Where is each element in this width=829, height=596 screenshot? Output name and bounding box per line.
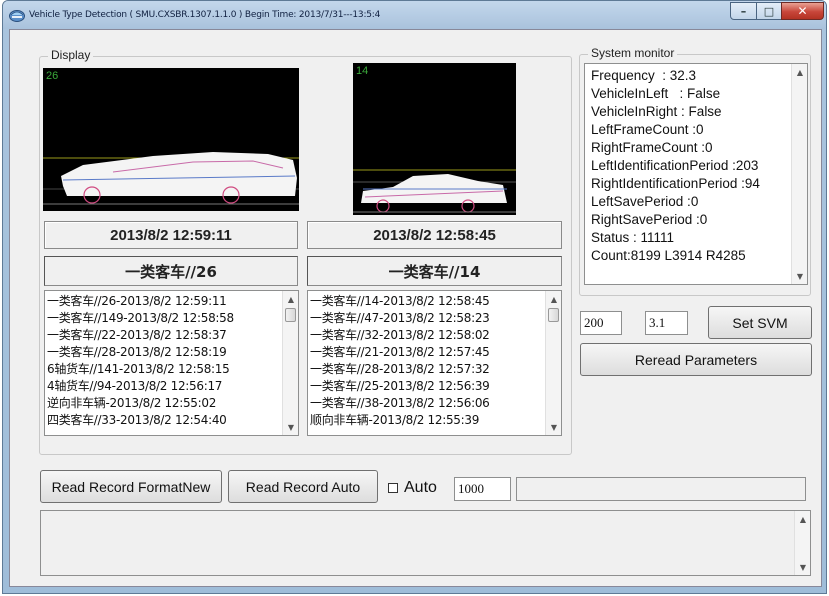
left-vehicle-type: 一类客车//26 xyxy=(44,256,298,286)
scroll-down-arrow-icon[interactable]: ▼ xyxy=(546,419,561,435)
right-record-rows: 一类客车//14-2013/8/2 12:58:45 一类客车//47-2013/… xyxy=(310,293,543,429)
right-video-view: 14 xyxy=(353,63,516,215)
auto-checkbox-box[interactable] xyxy=(388,483,398,493)
scroll-down-arrow-icon[interactable]: ▼ xyxy=(283,419,298,435)
set-svm-button[interactable]: Set SVM xyxy=(708,306,812,339)
auto-checkbox-label: Auto xyxy=(404,479,437,496)
minimize-button[interactable]: – xyxy=(730,2,757,20)
list-item[interactable]: 一类客车//28-2013/8/2 12:57:32 xyxy=(310,361,543,378)
list-item[interactable]: 一类客车//149-2013/8/2 12:58:58 xyxy=(47,310,280,327)
monitor-line: LeftSavePeriod :0 xyxy=(591,194,699,209)
monitor-line: RightSavePeriod :0 xyxy=(591,212,708,227)
display-legend: Display xyxy=(48,48,94,62)
right-record-list[interactable]: 一类客车//14-2013/8/2 12:58:45 一类客车//47-2013/… xyxy=(307,290,562,436)
left-scroll-thumb[interactable] xyxy=(285,308,296,322)
reread-parameters-button[interactable]: Reread Parameters xyxy=(580,343,812,376)
monitor-line: Frequency : 32.3 xyxy=(591,68,697,83)
close-icon: ✕ xyxy=(797,4,808,18)
monitor-line: RightIdentificationPeriod :94 xyxy=(591,176,760,191)
auto-checkbox[interactable]: Auto xyxy=(388,479,437,497)
scroll-down-arrow-icon[interactable]: ▼ xyxy=(792,268,807,284)
list-item[interactable]: 一类客车//22-2013/8/2 12:58:37 xyxy=(47,327,280,344)
svm-param1-input[interactable]: 200 xyxy=(580,311,622,335)
maximize-button[interactable]: □ xyxy=(756,2,782,20)
client-area: Display 26 14 2013/8/2 12:59:11 2013/8/2… xyxy=(9,29,822,587)
read-record-auto-button[interactable]: Read Record Auto xyxy=(228,470,378,503)
right-detection-time: 2013/8/2 12:58:45 xyxy=(307,221,562,249)
svm-param2-input[interactable]: 3.1 xyxy=(645,311,688,335)
title-bar[interactable]: Vehicle Type Detection ( SMU.CXSBR.1307.… xyxy=(3,1,826,29)
left-detection-time: 2013/8/2 12:59:11 xyxy=(44,221,298,249)
log-scrollbar[interactable]: ▲ ▼ xyxy=(794,511,810,575)
list-item[interactable]: 逆向非车辆-2013/8/2 12:55:02 xyxy=(47,395,280,412)
scroll-up-arrow-icon[interactable]: ▲ xyxy=(792,64,807,80)
right-scroll-thumb[interactable] xyxy=(548,308,559,322)
list-item[interactable]: 顺向非车辆-2013/8/2 12:55:39 xyxy=(310,412,543,429)
list-item[interactable]: 一类客车//32-2013/8/2 12:58:02 xyxy=(310,327,543,344)
window-title: Vehicle Type Detection ( SMU.CXSBR.1307.… xyxy=(29,10,381,20)
monitor-line: LeftFrameCount :0 xyxy=(591,122,704,137)
monitor-line: VehicleInRight : False xyxy=(591,104,722,119)
right-vehicle-type: 一类客车//14 xyxy=(307,256,562,286)
left-video-view: 26 xyxy=(43,68,299,211)
app-window: Vehicle Type Detection ( SMU.CXSBR.1307.… xyxy=(2,0,827,594)
left-record-rows: 一类客车//26-2013/8/2 12:59:11 一类客车//149-2013… xyxy=(47,293,280,429)
close-button[interactable]: ✕ xyxy=(781,2,824,20)
scroll-up-arrow-icon[interactable]: ▲ xyxy=(283,291,298,307)
list-item[interactable]: 一类客车//47-2013/8/2 12:58:23 xyxy=(310,310,543,327)
scroll-up-arrow-icon[interactable]: ▲ xyxy=(546,291,561,307)
system-monitor-legend: System monitor xyxy=(588,46,678,60)
right-list-scrollbar[interactable]: ▲ ▼ xyxy=(545,291,561,435)
monitor-scrollbar[interactable]: ▲ ▼ xyxy=(791,64,807,284)
monitor-line: LeftIdentificationPeriod :203 xyxy=(591,158,759,173)
read-record-formatnew-button[interactable]: Read Record FormatNew xyxy=(40,470,222,503)
monitor-line: Status : 11111 xyxy=(591,230,675,245)
list-item[interactable]: 一类客车//38-2013/8/2 12:56:06 xyxy=(310,395,543,412)
list-item[interactable]: 一类客车//28-2013/8/2 12:58:19 xyxy=(47,344,280,361)
left-vehicle-image xyxy=(43,152,299,205)
monitor-line: VehicleInLeft : False xyxy=(591,86,721,101)
list-item[interactable]: 4轴货车//94-2013/8/2 12:56:17 xyxy=(47,378,280,395)
system-monitor-lines: Frequency : 32.3 VehicleInLeft : False Veh… xyxy=(591,67,787,265)
left-record-list[interactable]: 一类客车//26-2013/8/2 12:59:11 一类客车//149-2013… xyxy=(44,290,299,436)
list-item[interactable]: 一类客车//21-2013/8/2 12:57:45 xyxy=(310,344,543,361)
system-monitor-text[interactable]: Frequency : 32.3 VehicleInLeft : False Veh… xyxy=(584,63,808,285)
list-item[interactable]: 一类客车//26-2013/8/2 12:59:11 xyxy=(47,293,280,310)
monitor-line: Count:8199 L3914 R4285 xyxy=(591,248,746,263)
app-icon xyxy=(9,10,25,22)
monitor-line: RightFrameCount :0 xyxy=(591,140,713,155)
auto-interval-input[interactable]: 1000 xyxy=(454,477,511,501)
list-item[interactable]: 四类客车//33-2013/8/2 12:54:40 xyxy=(47,412,280,429)
list-item[interactable]: 一类客车//14-2013/8/2 12:58:45 xyxy=(310,293,543,310)
scroll-down-arrow-icon[interactable]: ▼ xyxy=(795,559,811,575)
right-vehicle-image xyxy=(353,169,516,213)
scroll-up-arrow-icon[interactable]: ▲ xyxy=(795,511,811,527)
maximize-icon: □ xyxy=(763,4,775,18)
list-item[interactable]: 一类客车//25-2013/8/2 12:56:39 xyxy=(310,378,543,395)
left-list-scrollbar[interactable]: ▲ ▼ xyxy=(282,291,298,435)
log-textarea[interactable]: ▲ ▼ xyxy=(40,510,811,576)
minimize-icon: – xyxy=(740,4,747,18)
status-field xyxy=(516,477,806,501)
list-item[interactable]: 6轴货车//141-2013/8/2 12:58:15 xyxy=(47,361,280,378)
